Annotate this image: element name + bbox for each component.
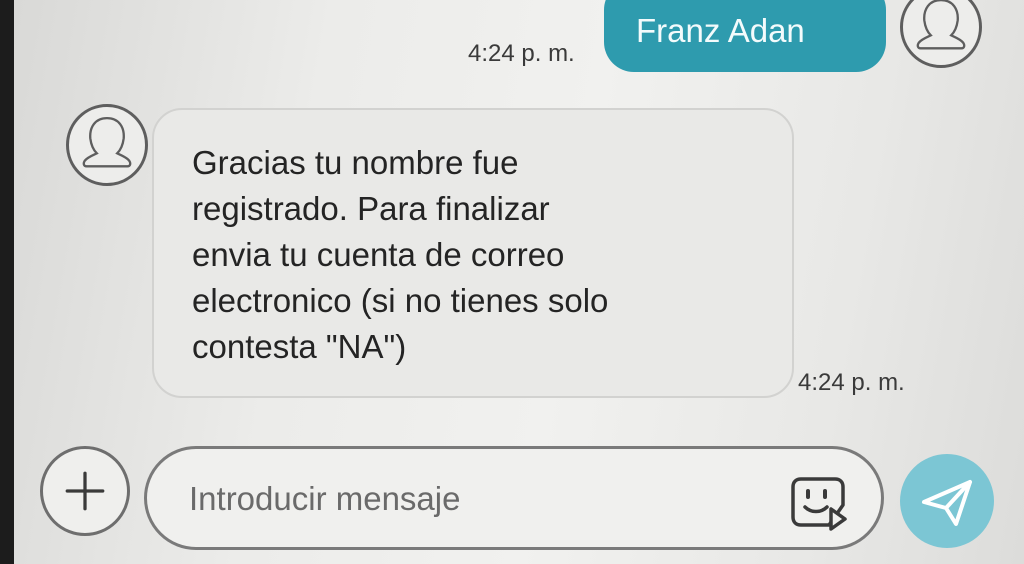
message-input-container[interactable] [144, 446, 884, 550]
received-message-line: envia tu cuenta de correo [192, 236, 565, 273]
send-icon [922, 480, 972, 526]
plus-icon [65, 471, 105, 511]
sticker-icon [791, 477, 847, 531]
received-message-time: 4:24 p. m. [798, 369, 905, 396]
attach-button[interactable] [40, 446, 130, 536]
chat-screen: 4:24 p. m. Franz Adan Gracias tu nombre … [0, 0, 1024, 564]
sent-message-time: 4:24 p. m. [468, 40, 575, 67]
sticker-button[interactable] [789, 475, 847, 531]
device-edge [0, 0, 14, 564]
received-message-bubble[interactable]: Gracias tu nombre fue registrado. Para f… [152, 108, 794, 398]
received-message-line: registrado. Para finalizar [192, 190, 550, 227]
received-message-line: Gracias tu nombre fue [192, 144, 519, 181]
user-avatar-icon[interactable] [900, 0, 982, 68]
received-message-line: contesta "NA") [192, 328, 407, 365]
sent-message-text: Franz Adan [636, 12, 805, 49]
message-input[interactable] [187, 473, 751, 525]
received-message-line: electronico (si no tienes solo [192, 282, 609, 319]
send-button[interactable] [900, 454, 994, 548]
contact-avatar-icon[interactable] [66, 104, 148, 186]
sent-message-bubble[interactable]: Franz Adan [604, 0, 886, 72]
